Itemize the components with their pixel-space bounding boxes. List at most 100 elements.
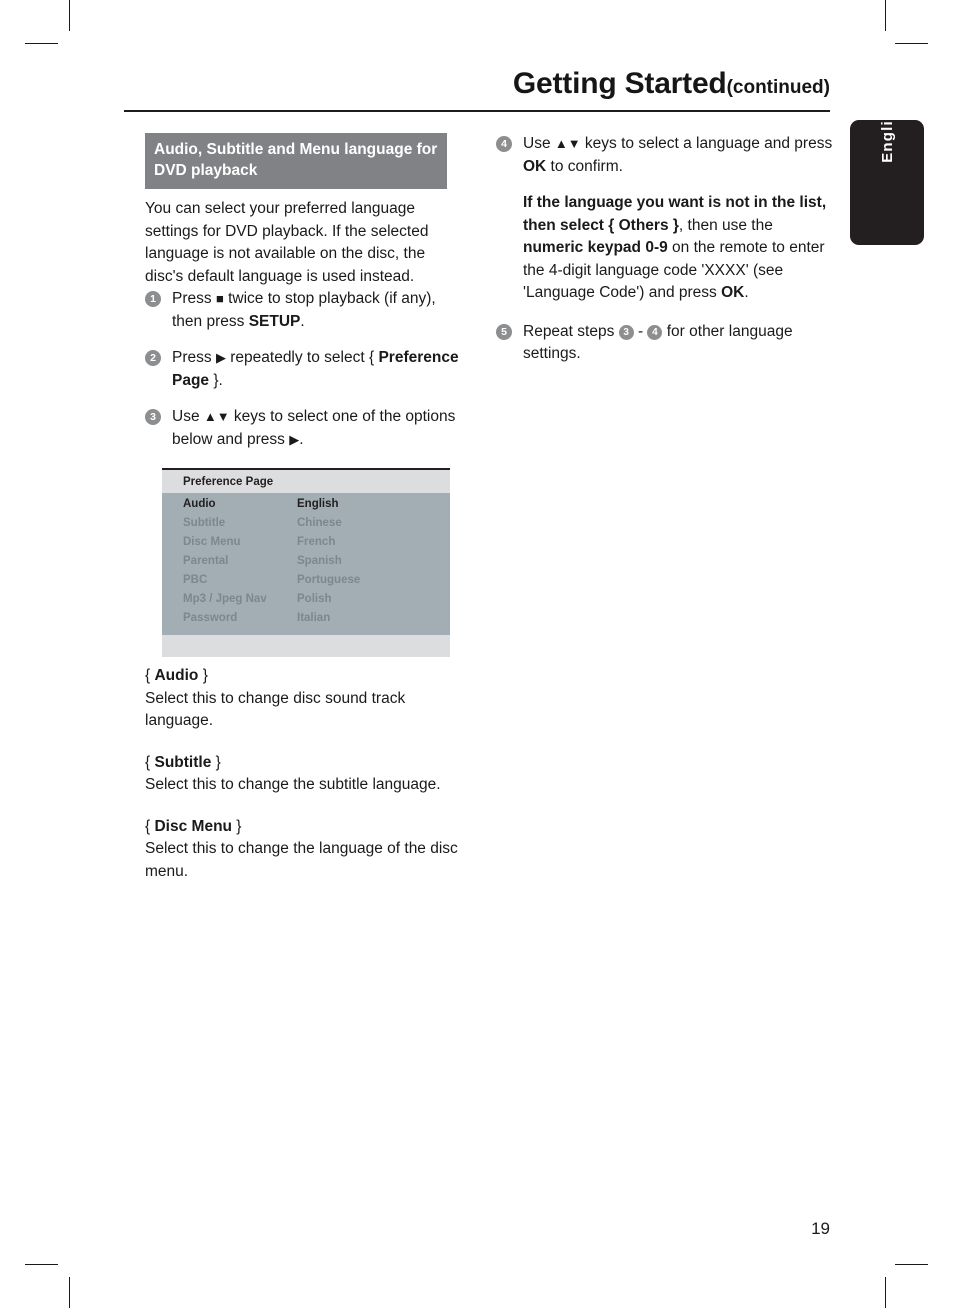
crop-mark-top-right-vertical bbox=[885, 0, 886, 31]
preference-row-label: Subtitle bbox=[183, 517, 226, 529]
crop-mark-bottom-left-horizontal bbox=[25, 1264, 58, 1265]
right-column: 4 Use ▲▼ keys to select a language and pr… bbox=[496, 133, 836, 380]
definition-term-name: Disc Menu bbox=[154, 817, 232, 835]
preference-row-label: Parental bbox=[183, 555, 229, 567]
preference-row-label: Password bbox=[183, 612, 238, 624]
step-number-badge: 4 bbox=[496, 136, 512, 152]
brace-close: } bbox=[198, 667, 208, 684]
page-header: Getting Started(continued) bbox=[124, 66, 830, 112]
section-heading: Audio, Subtitle and Menu language for DV… bbox=[145, 133, 447, 189]
preference-row-value: Chinese bbox=[297, 517, 342, 529]
text-run: , then use the bbox=[678, 216, 773, 234]
definition-term: { Disc Menu } bbox=[145, 816, 465, 839]
preference-page-title: Preference Page bbox=[162, 470, 450, 493]
preference-row-value: French bbox=[297, 536, 336, 548]
preference-row-label: Audio bbox=[183, 498, 216, 510]
preference-page-rows: Audio English Subtitle Chinese Disc Menu Fren… bbox=[162, 493, 450, 635]
brace-close: } bbox=[232, 817, 242, 835]
inline-step-number: 3 bbox=[618, 324, 634, 340]
preference-row[interactable]: Subtitle Chinese bbox=[162, 514, 450, 533]
preference-row-value: Italian bbox=[297, 612, 331, 624]
step-text: Repeat steps 3 - 4 for other language se… bbox=[523, 323, 793, 363]
text-run: repeatedly to select { bbox=[225, 349, 379, 366]
note-text: If the language you want is not in the l… bbox=[496, 192, 836, 305]
definition-term-name: Subtitle bbox=[154, 753, 212, 771]
left-column: Audio, Subtitle and Menu language for DV… bbox=[145, 133, 465, 465]
right-arrow-icon: ▶ bbox=[215, 350, 226, 365]
definition-term: { Subtitle } bbox=[145, 752, 465, 775]
text-run: to confirm. bbox=[546, 157, 623, 175]
step-item: 5 Repeat steps 3 - 4 for other language s… bbox=[496, 321, 836, 366]
up-down-arrow-icon: ▲▼ bbox=[203, 409, 230, 424]
right-arrow-icon: ▶ bbox=[289, 431, 300, 447]
up-down-arrow-icon: ▲▼ bbox=[554, 136, 581, 151]
crop-mark-bottom-right-horizontal bbox=[895, 1264, 928, 1265]
text-run: . bbox=[299, 430, 304, 448]
step-item: 3 Use ▲▼ keys to select one of the option… bbox=[145, 406, 465, 451]
step-text: Press ■ twice to stop playback (if any),… bbox=[172, 290, 436, 330]
step-item: 4 Use ▲▼ keys to select a language and pr… bbox=[496, 133, 836, 178]
page-title: Getting Started(continued) bbox=[124, 66, 830, 106]
preference-row-value: English bbox=[297, 498, 339, 510]
step-number-badge: 3 bbox=[145, 409, 161, 425]
preference-row[interactable]: PBC Portuguese bbox=[162, 571, 450, 590]
note-paragraph: If the language you want is not in the l… bbox=[496, 192, 836, 305]
definition-block: { Subtitle } Select this to change the su… bbox=[145, 752, 465, 797]
text-run: Use bbox=[523, 135, 555, 152]
preference-row-value: Portuguese bbox=[297, 574, 361, 586]
crop-mark-top-left-horizontal bbox=[25, 43, 58, 44]
definition-term: { Audio } bbox=[145, 665, 465, 688]
step-text: Use ▲▼ keys to select a language and pre… bbox=[523, 135, 832, 175]
preference-row-value: Polish bbox=[297, 593, 332, 605]
definitions-list: { Audio } Select this to change disc soun… bbox=[145, 665, 465, 902]
preference-row-value: Spanish bbox=[297, 555, 342, 567]
page-number: 19 bbox=[811, 1219, 830, 1238]
preference-row-label: PBC bbox=[183, 574, 208, 586]
preference-page-screenshot: Preference Page Audio English Subtitle Chin… bbox=[162, 468, 450, 657]
intro-paragraph: You can select your preferred language s… bbox=[145, 200, 429, 285]
emphasis-text: OK bbox=[523, 157, 547, 175]
step-4: 4 Use ▲▼ keys to select a language and pr… bbox=[496, 133, 836, 178]
definition-block: { Disc Menu } Select this to change the l… bbox=[145, 816, 465, 884]
crop-mark-bottom-right-vertical bbox=[885, 1277, 886, 1308]
definition-block: { Audio } Select this to change disc soun… bbox=[145, 665, 465, 733]
preference-row[interactable]: Disc Menu French bbox=[162, 533, 450, 552]
text-run: . bbox=[300, 312, 305, 330]
step-text: Press ▶ repeatedly to select { Preferenc… bbox=[172, 349, 459, 389]
text-run: Press bbox=[172, 290, 216, 307]
preference-row[interactable]: Mp3 / Jpeg Nav Polish bbox=[162, 590, 450, 609]
definition-text: Select this to change the language of th… bbox=[145, 840, 458, 880]
step-5: 5 Repeat steps 3 - 4 for other language s… bbox=[496, 321, 836, 366]
emphasis-text: If the language you want is not in the l… bbox=[523, 194, 827, 234]
preference-row[interactable]: Audio English bbox=[162, 495, 450, 514]
emphasis-text: OK bbox=[721, 284, 745, 301]
language-tab-label: English bbox=[878, 100, 896, 163]
text-run: Repeat steps bbox=[523, 322, 619, 340]
crop-mark-top-left-vertical bbox=[69, 0, 70, 31]
text-run: keys to select a language and press bbox=[580, 135, 833, 152]
preference-row[interactable]: Password Italian bbox=[162, 609, 450, 628]
definition-text: Select this to change disc sound track l… bbox=[145, 689, 406, 730]
text-run: . bbox=[744, 284, 749, 301]
text-run: Use bbox=[172, 408, 204, 425]
text-run: Press bbox=[172, 349, 216, 366]
definition-text: Select this to change the subtitle langu… bbox=[145, 776, 441, 793]
page-title-suffix: (continued) bbox=[726, 77, 830, 98]
preference-row[interactable]: Parental Spanish bbox=[162, 552, 450, 571]
page-title-main: Getting Started bbox=[512, 67, 727, 100]
preference-row-label: Disc Menu bbox=[183, 536, 241, 548]
definition-term-name: Audio bbox=[154, 667, 199, 684]
steps-list-left: 1 Press ■ twice to stop playback (if any)… bbox=[145, 288, 465, 451]
crop-mark-bottom-left-vertical bbox=[69, 1277, 70, 1308]
text-run: - bbox=[633, 322, 648, 340]
emphasis-text: numeric keypad 0-9 bbox=[523, 239, 668, 256]
step-item: 2 Press ▶ repeatedly to select { Preferen… bbox=[145, 347, 465, 392]
step-text: Use ▲▼ keys to select one of the options… bbox=[172, 408, 455, 448]
step-number-badge: 1 bbox=[145, 291, 161, 307]
stop-icon: ■ bbox=[215, 291, 224, 306]
step-number-badge: 5 bbox=[496, 323, 512, 340]
emphasis-text: SETUP bbox=[248, 312, 301, 330]
step-item: 1 Press ■ twice to stop playback (if any)… bbox=[145, 288, 465, 333]
step-number-badge: 2 bbox=[145, 350, 161, 366]
preference-row-label: Mp3 / Jpeg Nav bbox=[183, 593, 267, 605]
